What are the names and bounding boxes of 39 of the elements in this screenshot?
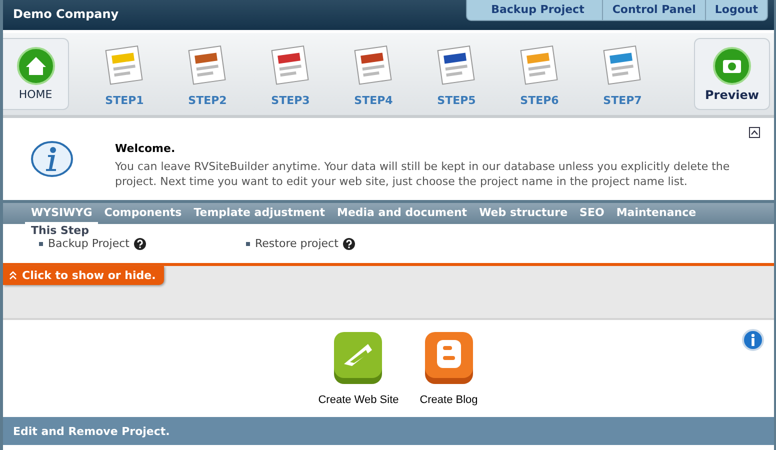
section-title: This Step bbox=[31, 224, 90, 237]
home-button[interactable]: HOME bbox=[3, 38, 69, 110]
step-button[interactable]: STEP1 bbox=[83, 42, 166, 106]
header-link[interactable]: Backup Project bbox=[467, 0, 602, 20]
company-name: Demo Company bbox=[13, 6, 119, 23]
step-button[interactable]: STEP3 bbox=[249, 42, 332, 106]
step-button[interactable]: STEP4 bbox=[332, 42, 415, 106]
step-button[interactable]: STEP2 bbox=[166, 42, 249, 106]
menu-tab[interactable]: Template adjustment bbox=[188, 203, 331, 224]
info-icon bbox=[31, 141, 73, 177]
chevron-up-icon bbox=[9, 271, 17, 280]
menu-tab[interactable]: Media and document bbox=[331, 203, 474, 224]
step-link[interactable]: Backup Project bbox=[48, 237, 130, 250]
collapse-icon[interactable] bbox=[749, 127, 760, 138]
welcome-title: Welcome. bbox=[115, 142, 176, 154]
step-button[interactable]: STEP7 bbox=[581, 42, 664, 106]
action-button[interactable]: Create Blog bbox=[418, 328, 479, 406]
section-title: Edit and Remove Project. bbox=[13, 424, 170, 438]
welcome-text: You can leave RVSiteBuilder anytime. Your data will still be kept in our database unless you explicitly delete the project. Next time you want to edit your web site, just choose the project name in the project name list. bbox=[115, 158, 731, 188]
camera-icon bbox=[713, 46, 751, 84]
menu-tab[interactable]: Components bbox=[98, 203, 188, 224]
menu-tab[interactable]: Maintenance bbox=[610, 203, 702, 224]
info-icon[interactable] bbox=[742, 329, 764, 351]
preview-button[interactable]: Preview bbox=[694, 38, 770, 110]
header-link[interactable]: Logout bbox=[704, 0, 767, 20]
action-button[interactable]: Create Web Site bbox=[318, 328, 399, 406]
step-link[interactable]: Restore project bbox=[255, 237, 338, 250]
menu-tab[interactable]: SEO bbox=[574, 203, 610, 224]
bullet-icon bbox=[246, 242, 250, 246]
toggle-button[interactable]: Click to show or hide. bbox=[3, 266, 164, 285]
house-icon bbox=[16, 47, 54, 85]
help-icon[interactable] bbox=[343, 238, 356, 250]
step-button[interactable]: STEP6 bbox=[498, 42, 581, 106]
help-icon[interactable] bbox=[134, 238, 146, 250]
menu-tab[interactable]: WYSIWYG bbox=[25, 203, 98, 224]
step-button[interactable]: STEP5 bbox=[415, 42, 498, 106]
header-link[interactable]: Control Panel bbox=[602, 0, 705, 20]
menu-tab[interactable]: Web structure bbox=[473, 203, 574, 224]
bullet-icon bbox=[39, 242, 43, 246]
